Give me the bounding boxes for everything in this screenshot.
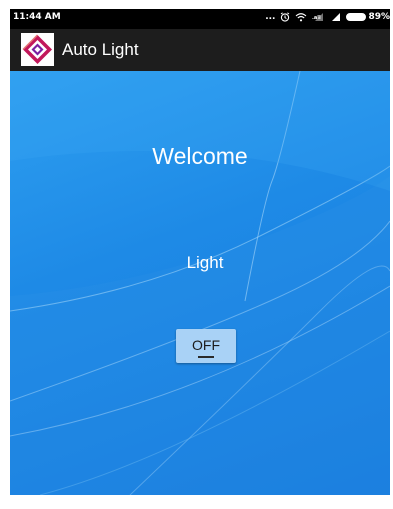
status-icons: ... .all 89% [265, 12, 390, 22]
app-title: Auto Light [62, 40, 139, 59]
status-bar: 11:44 AM ... .all 89% [10, 9, 390, 29]
wallpaper-background [10, 71, 390, 495]
phone-screen: 11:44 AM ... .all 89% Auto Light Welcome… [10, 9, 390, 495]
signal-icon-1: .all [312, 12, 324, 22]
alarm-icon [280, 12, 290, 22]
light-label: Light [186, 253, 224, 272]
light-toggle-button[interactable]: OFF [176, 329, 236, 363]
main-content: Welcome Light OFF [10, 71, 390, 495]
toggle-label: OFF [192, 337, 220, 353]
welcome-heading: Welcome [152, 143, 248, 169]
battery-indicator: 89% [346, 12, 390, 22]
more-dots-icon: ... [265, 12, 276, 22]
action-bar: Auto Light [10, 29, 390, 71]
battery-icon [346, 13, 367, 21]
signal-icon-2 [329, 12, 341, 22]
status-time: 11:44 AM [13, 12, 61, 22]
wifi-icon [295, 12, 307, 22]
toggle-state-indicator [198, 356, 214, 358]
diamond-logo-icon [21, 33, 54, 66]
battery-percent: 89% [368, 12, 390, 22]
